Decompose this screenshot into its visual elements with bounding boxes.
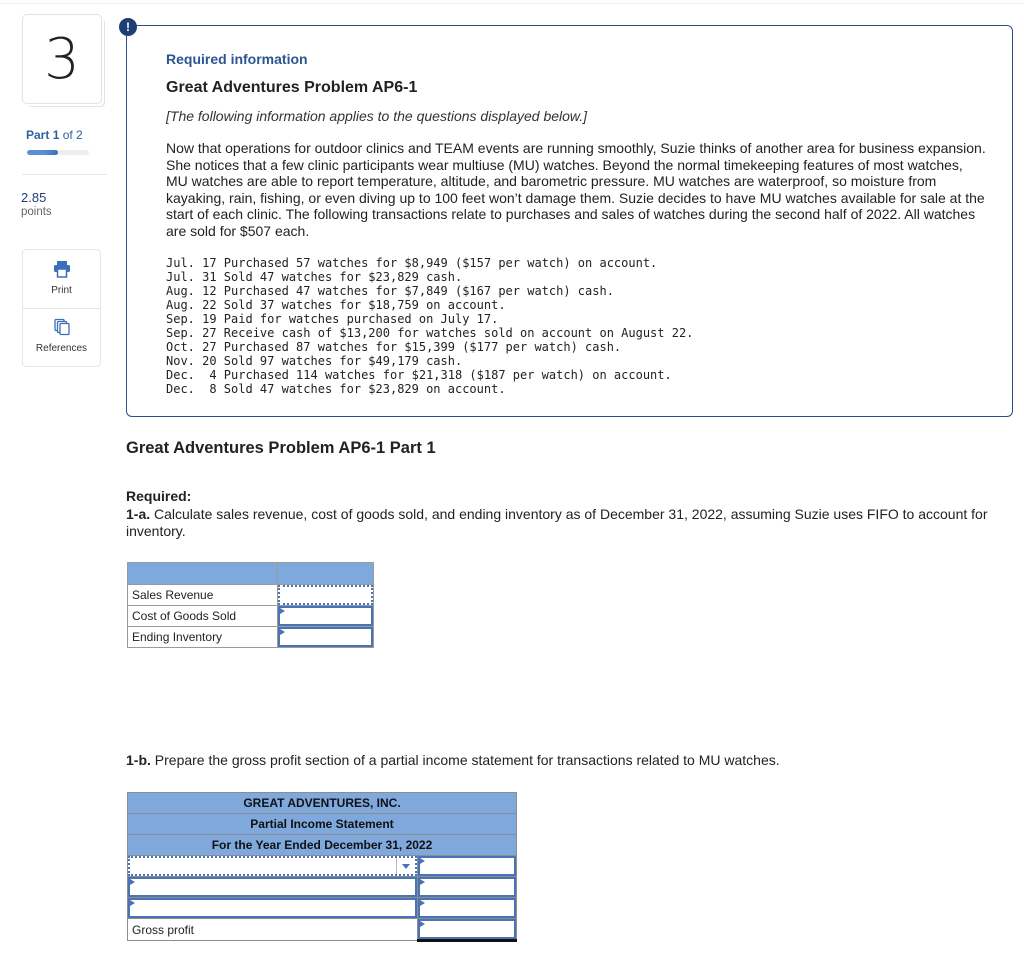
sales-revenue-input[interactable] (278, 585, 373, 605)
table-row: Sales Revenue (127, 584, 374, 606)
question-number-card: 3 (22, 14, 102, 104)
alert-icon: ! (119, 18, 137, 36)
table-row (127, 855, 517, 877)
ending-inventory-input[interactable] (278, 627, 373, 647)
line-item-input[interactable] (128, 898, 417, 918)
question-number: 3 (44, 26, 80, 92)
line-item-dropdown[interactable] (128, 856, 417, 876)
references-icon (53, 318, 70, 336)
income-statement-table: GREAT ADVENTURES, INC. Partial Income St… (127, 792, 517, 942)
part-progress-bar (27, 150, 89, 155)
input-marker-icon (420, 921, 425, 927)
input-marker-icon (280, 608, 285, 614)
input-marker-icon (280, 629, 285, 635)
printer-icon (53, 261, 70, 278)
problem-description: Now that operations for outdoor clinics … (166, 140, 986, 239)
part-title: Great Adventures Problem AP6-1 Part 1 (126, 439, 436, 457)
table-header-row (127, 562, 374, 585)
points-value: 2.85 (21, 190, 47, 205)
tools-panel: Print References (22, 249, 101, 367)
required-information-heading: Required information (166, 51, 308, 67)
top-divider (0, 3, 1024, 4)
points-label: points (21, 206, 52, 218)
amount-input[interactable] (418, 877, 516, 897)
print-button[interactable]: Print (23, 250, 100, 309)
part-progress-fill (27, 150, 58, 155)
table-row: Ending Inventory (127, 626, 374, 648)
row-label: Cost of Goods Sold (127, 605, 278, 627)
table-row (127, 897, 517, 919)
question-1b: 1-b. Prepare the gross profit section of… (126, 752, 780, 768)
fifo-results-table: Sales Revenue Cost of Goods Sold Ending … (127, 562, 374, 648)
question-1a: 1-a. Calculate sales revenue, cost of go… (126, 506, 1018, 540)
input-marker-icon (420, 900, 425, 906)
statement-title: Partial Income Statement (127, 813, 517, 835)
line-item-input[interactable] (128, 877, 417, 897)
input-marker-icon (130, 900, 135, 906)
problem-title: Great Adventures Problem AP6-1 (166, 79, 418, 96)
amount-input[interactable] (418, 856, 516, 876)
input-marker-icon (420, 858, 425, 864)
print-label: Print (51, 285, 72, 296)
rail-divider (22, 174, 107, 175)
required-label: Required: (126, 488, 192, 504)
cost-of-goods-sold-input[interactable] (278, 606, 373, 626)
input-marker-icon (130, 879, 135, 885)
statement-company: GREAT ADVENTURES, INC. (127, 792, 517, 814)
applies-note: [The following information applies to th… (166, 108, 588, 124)
table-row (127, 876, 517, 898)
table-row: Gross profit (127, 918, 517, 942)
table-row: Cost of Goods Sold (127, 605, 374, 627)
references-label: References (35, 343, 88, 354)
input-marker-icon (420, 879, 425, 885)
chevron-down-icon[interactable] (396, 858, 415, 874)
row-label: Sales Revenue (127, 584, 278, 606)
row-label: Ending Inventory (127, 626, 278, 648)
question-1b-tag: 1-b. (126, 752, 151, 768)
transactions-list: Jul. 17 Purchased 57 watches for $8,949 … (166, 256, 694, 396)
references-button[interactable]: References (23, 308, 100, 366)
gross-profit-input[interactable] (418, 919, 516, 939)
question-1a-text: Calculate sales revenue, cost of goods s… (126, 506, 988, 539)
question-1b-text: Prepare the gross profit section of a pa… (150, 752, 780, 768)
question-1a-tag: 1-a. (126, 506, 151, 522)
amount-input[interactable] (418, 898, 516, 918)
part-indicator: Part 1 of 2 (26, 128, 83, 142)
statement-period: For the Year Ended December 31, 2022 (127, 834, 517, 856)
gross-profit-label: Gross profit (127, 918, 418, 941)
